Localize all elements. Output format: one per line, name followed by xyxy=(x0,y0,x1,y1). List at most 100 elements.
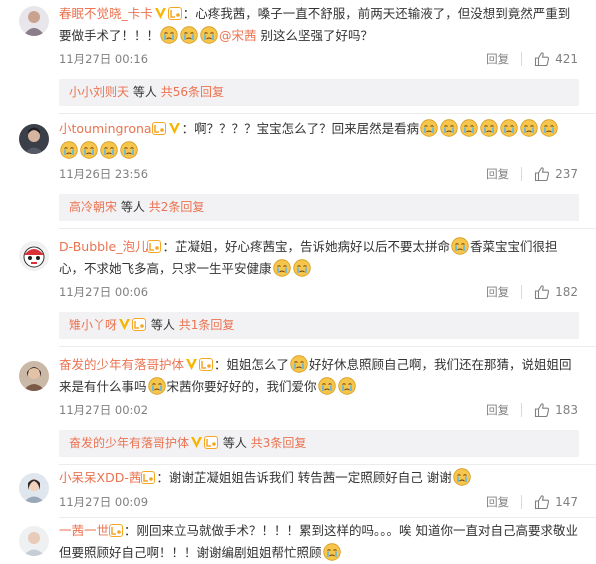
like-count: 421 xyxy=(555,52,578,66)
comment-body-tail: 别这么坚强了好吗？ xyxy=(256,28,374,43)
reply-button[interactable]: 回复 xyxy=(486,166,509,182)
verified-v-icon xyxy=(185,358,198,371)
reply-button[interactable]: 回复 xyxy=(486,402,509,418)
member-level-icon xyxy=(109,524,123,537)
comment-meta: 11月27日 00:02 回复 183 xyxy=(59,402,579,418)
crying-emoji-icon xyxy=(318,377,336,395)
thumbs-up-icon xyxy=(534,402,550,418)
member-level-icon xyxy=(132,318,146,331)
divider xyxy=(59,346,596,347)
member-level-icon xyxy=(204,436,218,449)
member-level-icon xyxy=(152,122,166,135)
reply-button[interactable]: 回复 xyxy=(486,494,509,510)
username-link[interactable]: D-Bubble_泡儿 xyxy=(59,239,147,254)
sub-reply-user[interactable]: 高冷朝宋 xyxy=(69,200,117,214)
mention-link[interactable]: @宋茜 xyxy=(219,28,257,43)
username-link[interactable]: 春眠不觉晓_卡卡 xyxy=(59,6,153,21)
sub-replies-box[interactable]: 奋发的少年有落哥护体 等人 共3条回复 xyxy=(59,430,579,457)
username-link[interactable]: 小toumingrona xyxy=(59,121,152,136)
sub-reply-user[interactable]: 奋发的少年有落哥护体 xyxy=(69,436,189,450)
like-button[interactable]: 237 xyxy=(534,166,578,182)
comment-text: 一茜一世 ：刚回来立马就做手术？！！！累到这样的吗。。。唉 知道你一直对自己高要求… xyxy=(59,520,579,564)
sub-reply-user[interactable]: 雉小丫呀 xyxy=(69,318,117,332)
sub-replies-box[interactable]: 小小刘则天 等人 共56条回复 xyxy=(59,79,579,106)
crying-emoji-icon xyxy=(453,468,471,486)
crying-emoji-icon xyxy=(293,259,311,277)
member-level-icon xyxy=(168,7,182,20)
avatar[interactable] xyxy=(19,124,49,154)
like-button[interactable]: 147 xyxy=(534,494,578,510)
thumbs-up-icon xyxy=(534,284,550,300)
crying-emoji-icon xyxy=(290,355,308,373)
sub-replies-box[interactable]: 雉小丫呀 等人 共1条回复 xyxy=(59,312,579,339)
member-level-icon xyxy=(147,240,161,253)
timestamp: 11月26日 23:56 xyxy=(59,167,149,181)
sub-reply-mid: 等人 xyxy=(120,200,145,214)
crying-emoji-icon xyxy=(180,26,198,44)
comment-text: 春眠不觉晓_卡卡 ：心疼我茜，嗓子一直不舒服，前两天还输液了，但没想到竟然严重到要… xyxy=(59,3,579,47)
sub-reply-count[interactable]: 共1条回复 xyxy=(179,318,235,332)
sub-replies-box[interactable]: 高冷朝宋 等人 共2条回复 xyxy=(59,194,579,221)
crying-emoji-icon xyxy=(451,237,469,255)
avatar[interactable] xyxy=(19,473,49,503)
comment-text: 小toumingrona ：啊？？？？宝宝怎么了？回来居然是看病 xyxy=(59,118,579,162)
divider xyxy=(59,517,596,518)
comment-text: 奋发的少年有落哥护体 ：姐姐怎么了 好好休息照顾自己啊，我们还在那猜，说姐姐回来是有… xyxy=(59,354,579,398)
avatar[interactable] xyxy=(19,526,49,556)
divider xyxy=(521,167,523,181)
like-count: 147 xyxy=(555,495,578,509)
avatar[interactable] xyxy=(19,241,49,271)
crying-emoji-icon xyxy=(480,119,498,137)
sub-reply-mid: 等人 xyxy=(132,85,157,99)
like-count: 182 xyxy=(555,285,578,299)
divider xyxy=(521,495,523,509)
like-button[interactable]: 421 xyxy=(534,51,578,67)
crying-emoji-icon xyxy=(323,543,341,561)
crying-emoji-icon xyxy=(200,26,218,44)
avatar[interactable] xyxy=(19,361,49,391)
timestamp: 11月27日 00:16 xyxy=(59,52,149,66)
comment-meta: 11月27日 00:09 回复 147 xyxy=(59,494,579,510)
comment-body: ：谢谢芷凝姐姐告诉我们 转告茜一定照顾好自己 谢谢 xyxy=(156,470,452,485)
crying-emoji-icon xyxy=(160,26,178,44)
divider xyxy=(59,464,596,465)
sub-reply-count[interactable]: 共56条回复 xyxy=(161,85,224,99)
timestamp: 11月27日 00:09 xyxy=(59,495,149,509)
comment-body: ：啊？？？？宝宝怎么了？回来居然是看病 xyxy=(181,121,420,136)
comment-text: D-Bubble_泡儿 ：芷凝姐，好心疼茜宝，告诉她病好以后不要太拼命 香菜宝宝们很… xyxy=(59,236,579,280)
verified-v-icon xyxy=(190,436,203,449)
thumbs-up-icon xyxy=(534,494,550,510)
divider xyxy=(521,403,523,417)
crying-emoji-icon xyxy=(100,141,118,159)
crying-emoji-icon xyxy=(80,141,98,159)
username-link[interactable]: 小呆呆XDD-茜 xyxy=(59,470,141,485)
verified-v-icon xyxy=(168,122,181,135)
like-button[interactable]: 183 xyxy=(534,402,578,418)
comment-meta: 11月27日 00:16 回复 421 xyxy=(59,51,579,67)
divider xyxy=(59,113,596,114)
username-link[interactable]: 一茜一世 xyxy=(59,523,109,538)
sub-reply-count[interactable]: 共2条回复 xyxy=(149,200,205,214)
divider xyxy=(521,52,523,66)
timestamp: 11月27日 00:02 xyxy=(59,403,149,417)
timestamp: 11月27日 00:06 xyxy=(59,285,149,299)
crying-emoji-icon xyxy=(60,141,78,159)
comment-body-tail: 宋茜你要好好的，我们爱你 xyxy=(166,379,317,394)
avatar[interactable] xyxy=(19,6,49,36)
sub-reply-user[interactable]: 小小刘则天 xyxy=(69,85,129,99)
member-level-icon xyxy=(199,358,213,371)
thumbs-up-icon xyxy=(534,166,550,182)
crying-emoji-icon xyxy=(460,119,478,137)
like-button[interactable]: 182 xyxy=(534,284,578,300)
sub-reply-count[interactable]: 共3条回复 xyxy=(251,436,307,450)
divider xyxy=(59,228,596,229)
comment-body: ：姐姐怎么了 xyxy=(214,357,290,372)
divider xyxy=(521,285,523,299)
crying-emoji-icon xyxy=(440,119,458,137)
crying-emoji-icon xyxy=(540,119,558,137)
crying-emoji-icon xyxy=(120,141,138,159)
username-link[interactable]: 奋发的少年有落哥护体 xyxy=(59,357,184,372)
reply-button[interactable]: 回复 xyxy=(486,284,509,300)
like-count: 183 xyxy=(555,403,578,417)
reply-button[interactable]: 回复 xyxy=(486,51,509,67)
